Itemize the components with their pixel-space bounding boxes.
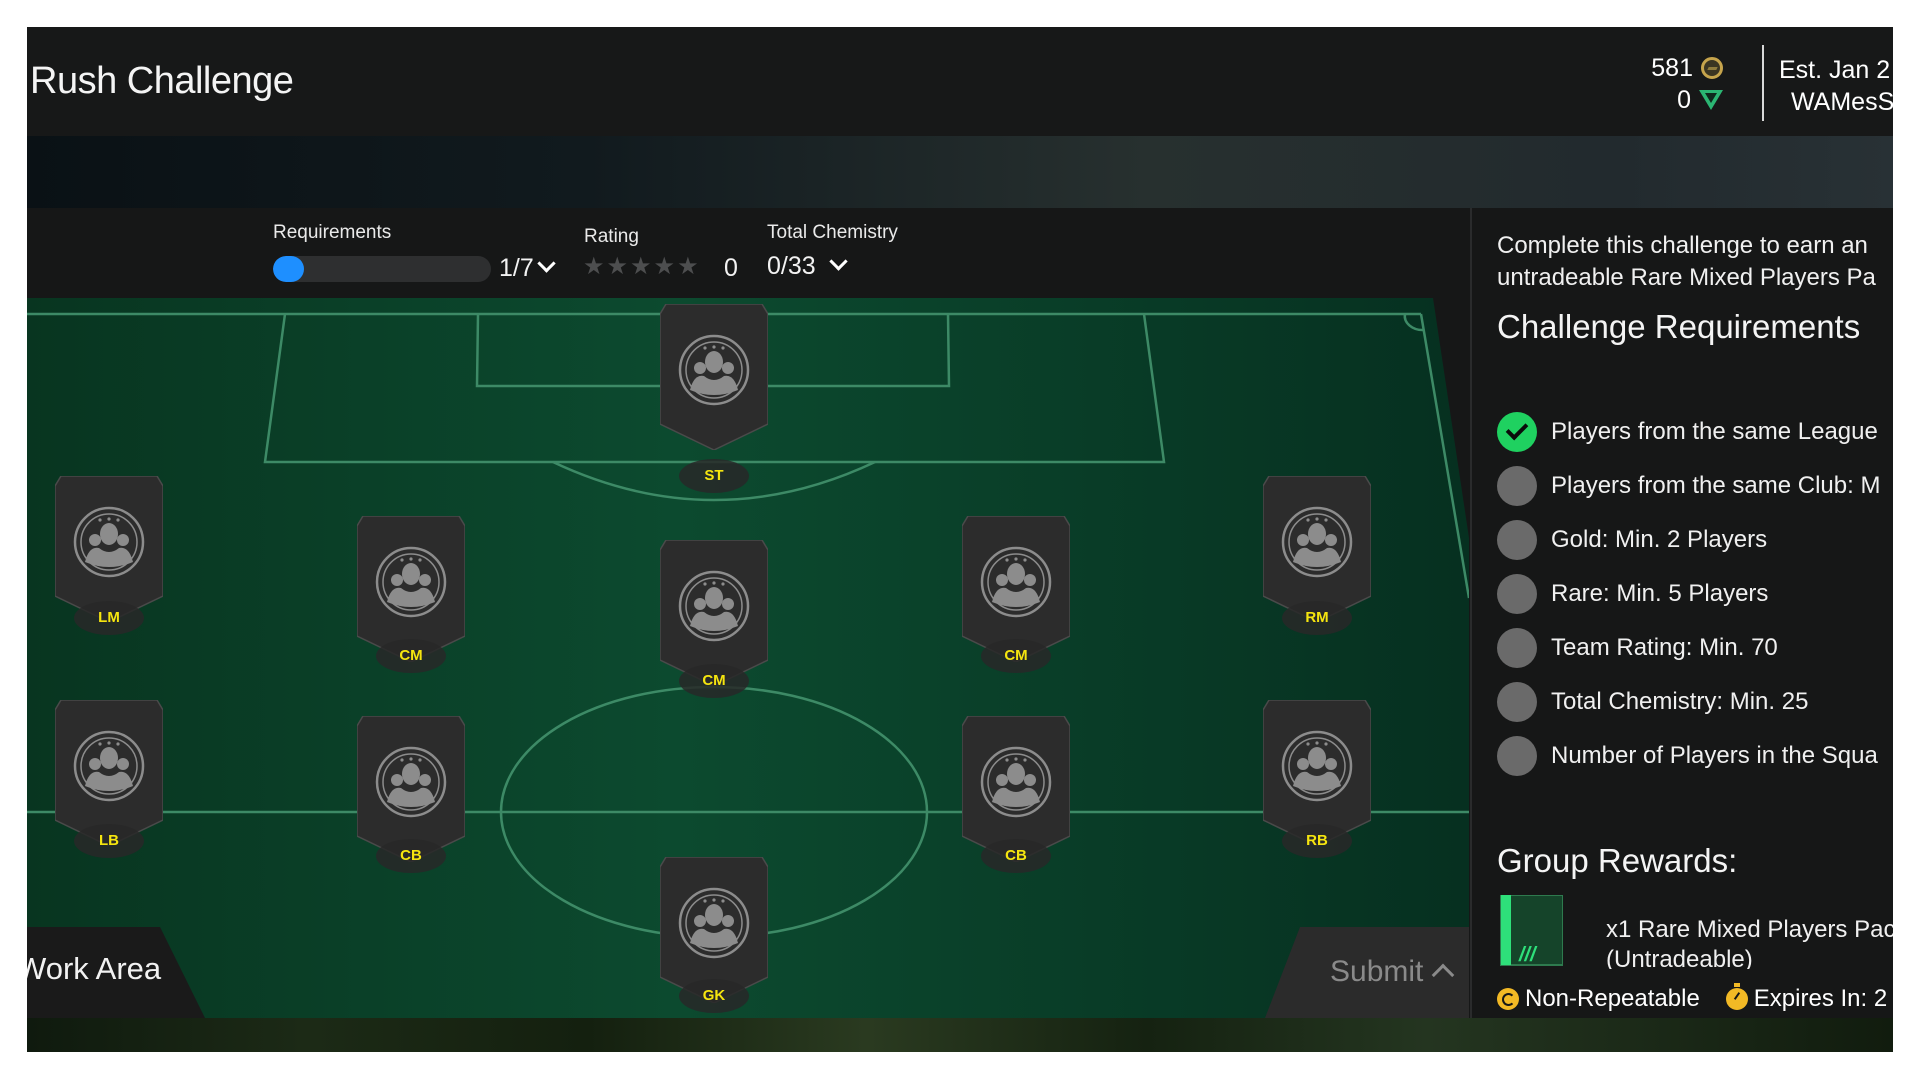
requirement-item: Total Chemistry: Min. 25 [1497, 675, 1880, 729]
chemistry-toggle[interactable]: 0/33 [767, 252, 848, 281]
reward-item: /// x1 Rare Mixed Players Pac (Untradeab… [1497, 895, 1893, 975]
check-circle-icon [1497, 412, 1537, 452]
requirements-count: 1/7 [499, 254, 534, 282]
requirement-item: Players from the same Club: M [1497, 459, 1880, 513]
challenge-sidebar: Complete this challenge to earn an untra… [1470, 208, 1893, 1018]
fc-points-icon [1699, 90, 1723, 110]
chemistry-label: Total Chemistry [767, 222, 898, 243]
empty-player-icon [660, 304, 768, 450]
chevron-up-icon [1432, 963, 1455, 987]
position-label: RM [1282, 601, 1352, 635]
player-slot-st[interactable] [660, 304, 768, 450]
reward-line: x1 Rare Mixed Players Pac [1606, 916, 1893, 943]
requirement-item: Gold: Min. 2 Players [1497, 513, 1880, 567]
page-title: Rush Challenge [30, 60, 294, 102]
position-label: CB [376, 839, 446, 873]
requirement-text: Rare: Min. 5 Players [1551, 580, 1769, 607]
squad-stats-bar: Requirements 1/7 Rating ★★★★★ 0 Total Ch… [27, 208, 1469, 298]
work-area-label: Work Area [27, 951, 162, 986]
coin-icon [1701, 57, 1723, 79]
requirement-item: Rare: Min. 5 Players [1497, 567, 1880, 621]
position-label: ST [679, 459, 749, 493]
pitch: ST LM CM CM CM RM LB CB CB RB GK [27, 298, 1469, 1018]
requirement-text: Total Chemistry: Min. 25 [1551, 688, 1809, 715]
position-label: GK [679, 979, 749, 1013]
position-label: LB [74, 824, 144, 858]
position-label: CM [981, 639, 1051, 673]
incomplete-circle-icon [1497, 520, 1537, 560]
requirements-label: Requirements [273, 222, 392, 243]
svg-text:///: /// [1518, 944, 1538, 966]
app-frame: Rush Challenge 581 0 Est. Jan 2 WAMesS R… [27, 27, 1893, 1052]
requirements-list: Players from the same League Players from… [1497, 405, 1880, 783]
challenge-tags: Non-Repeatable Expires In: 2 [1497, 983, 1888, 1013]
submit-text: Submit [1330, 955, 1424, 988]
position-label: LM [74, 601, 144, 635]
challenge-description: Complete this challenge to earn an untra… [1497, 230, 1876, 294]
incomplete-circle-icon [1497, 574, 1537, 614]
club-name: WAMesS [1791, 88, 1893, 116]
work-area-tab[interactable]: Work Area [27, 927, 217, 1018]
requirement-item: Players from the same League [1497, 405, 1880, 459]
requirement-text: Number of Players in the Squa [1551, 742, 1878, 769]
requirements-progress-bar [273, 256, 491, 282]
expires-label: Expires In: 2 [1753, 985, 1888, 1012]
requirement-text: Gold: Min. 2 Players [1551, 526, 1768, 553]
header-divider [1762, 45, 1764, 121]
requirement-text: Players from the same League [1551, 418, 1878, 445]
header-banner [27, 136, 1893, 208]
incomplete-circle-icon [1497, 682, 1537, 722]
description-line: untradeable Rare Mixed Players Pa [1497, 264, 1876, 291]
background-strip [27, 1018, 1893, 1052]
incomplete-circle-icon [1497, 466, 1537, 506]
rating-value: 0 [724, 254, 738, 282]
position-label: CM [376, 639, 446, 673]
top-bar: Rush Challenge 581 0 Est. Jan 2 WAMesS [27, 27, 1893, 136]
incomplete-circle-icon [1497, 628, 1537, 668]
requirements-heading: Challenge Requirements [1497, 308, 1861, 345]
pack-icon: /// [1500, 895, 1563, 966]
requirement-item: Number of Players in the Squa [1497, 729, 1880, 783]
rating-label: Rating [584, 226, 639, 247]
coins-value: 581 [1651, 54, 1693, 82]
rewards-heading: Group Rewards: [1497, 842, 1738, 879]
requirement-text: Players from the same Club: M [1551, 472, 1881, 499]
timer-icon [1725, 983, 1748, 1010]
position-label: CB [981, 839, 1051, 873]
position-label: RB [1282, 824, 1352, 858]
chevron-down-icon [828, 252, 848, 271]
chemistry-value: 0/33 [767, 252, 816, 280]
description-line: Complete this challenge to earn an [1497, 232, 1868, 259]
reward-line: (Untradeable) [1606, 946, 1753, 969]
requirement-item: Team Rating: Min. 70 [1497, 621, 1880, 675]
currency-display: 581 0 [1651, 52, 1723, 116]
reward-description: x1 Rare Mixed Players Pac (Untradeable) [1606, 915, 1893, 969]
incomplete-circle-icon [1497, 736, 1537, 776]
non-repeatable-icon [1497, 988, 1519, 1010]
club-info: Est. Jan 2 WAMesS [1779, 54, 1893, 118]
non-repeatable-label: Non-Repeatable [1525, 985, 1700, 1012]
requirement-text: Team Rating: Min. 70 [1551, 634, 1778, 661]
points-value: 0 [1677, 86, 1691, 114]
requirements-progress-fill [273, 256, 305, 282]
position-label: CM [679, 664, 749, 698]
requirements-toggle[interactable]: 1/7 [499, 254, 556, 283]
chevron-down-icon [537, 254, 556, 273]
submit-button[interactable]: Submit [1265, 927, 1469, 1018]
submit-label: Submit [1330, 955, 1455, 989]
club-established: Est. Jan 2 [1779, 56, 1891, 84]
rating-stars: ★★★★★ [583, 253, 701, 280]
